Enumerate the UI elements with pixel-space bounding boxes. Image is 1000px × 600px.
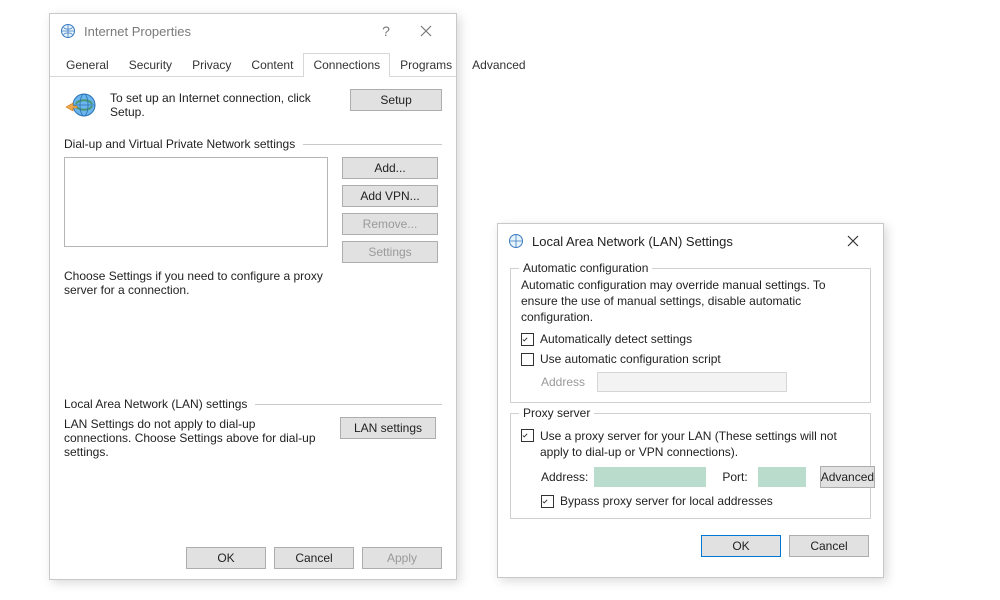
checkbox-icon bbox=[521, 333, 534, 346]
globe-arrow-icon bbox=[64, 89, 98, 123]
auto-script-label: Use automatic configuration script bbox=[540, 352, 721, 366]
help-button[interactable]: ? bbox=[366, 17, 406, 45]
proxy-port-label: Port: bbox=[722, 470, 747, 484]
window-title: Local Area Network (LAN) Settings bbox=[532, 234, 733, 249]
tab-general[interactable]: General bbox=[56, 53, 119, 77]
ok-button[interactable]: OK bbox=[186, 547, 266, 569]
window-title: Internet Properties bbox=[84, 24, 191, 39]
close-button[interactable] bbox=[833, 227, 873, 255]
script-address-label: Address bbox=[541, 375, 591, 389]
tabstrip: General Security Privacy Content Connect… bbox=[50, 52, 456, 77]
proxy-note: Choose Settings if you need to configure… bbox=[64, 269, 326, 297]
lan-group-label: Local Area Network (LAN) settings bbox=[64, 397, 247, 411]
add-button[interactable]: Add... bbox=[342, 157, 438, 179]
auto-config-legend: Automatic configuration bbox=[519, 261, 652, 275]
dialup-group-label: Dial-up and Virtual Private Network sett… bbox=[64, 137, 295, 151]
dialog-footer: OK Cancel bbox=[498, 525, 883, 569]
setup-button[interactable]: Setup bbox=[350, 89, 442, 111]
tab-security[interactable]: Security bbox=[119, 53, 182, 77]
setup-text: To set up an Internet connection, click … bbox=[110, 89, 338, 119]
auto-detect-checkbox[interactable]: Automatically detect settings bbox=[521, 332, 860, 346]
settings-button: Settings bbox=[342, 241, 438, 263]
cancel-button[interactable]: Cancel bbox=[789, 535, 869, 557]
proxy-address-label: Address: bbox=[541, 470, 588, 484]
cancel-button[interactable]: Cancel bbox=[274, 547, 354, 569]
tab-programs[interactable]: Programs bbox=[390, 53, 462, 77]
proxy-group: Proxy server Use a proxy server for your… bbox=[510, 413, 871, 519]
checkbox-icon bbox=[521, 353, 534, 366]
ok-button[interactable]: OK bbox=[701, 535, 781, 557]
connections-pane: To set up an Internet connection, click … bbox=[50, 77, 456, 473]
titlebar[interactable]: Local Area Network (LAN) Settings bbox=[498, 224, 883, 258]
auto-script-checkbox[interactable]: Use automatic configuration script bbox=[521, 352, 860, 366]
script-address-input bbox=[597, 372, 787, 392]
lan-note: LAN Settings do not apply to dial-up con… bbox=[64, 417, 326, 459]
tab-advanced[interactable]: Advanced bbox=[462, 53, 535, 77]
proxy-legend: Proxy server bbox=[519, 406, 594, 420]
divider bbox=[303, 144, 442, 145]
add-vpn-button[interactable]: Add VPN... bbox=[342, 185, 438, 207]
lan-settings-button[interactable]: LAN settings bbox=[340, 417, 436, 439]
internet-options-icon bbox=[508, 233, 524, 249]
bypass-checkbox[interactable]: Bypass proxy server for local addresses bbox=[541, 494, 860, 508]
use-proxy-checkbox[interactable]: Use a proxy server for your LAN (These s… bbox=[521, 428, 860, 460]
tab-content[interactable]: Content bbox=[241, 53, 303, 77]
dialog-footer: OK Cancel Apply bbox=[186, 547, 442, 569]
bypass-label: Bypass proxy server for local addresses bbox=[560, 494, 773, 508]
checkbox-icon bbox=[521, 429, 534, 442]
titlebar[interactable]: Internet Properties ? bbox=[50, 14, 456, 48]
auto-config-text: Automatic configuration may override man… bbox=[521, 277, 860, 326]
tab-privacy[interactable]: Privacy bbox=[182, 53, 241, 77]
use-proxy-label: Use a proxy server for your LAN (These s… bbox=[540, 428, 860, 460]
divider bbox=[255, 404, 442, 405]
remove-button: Remove... bbox=[342, 213, 438, 235]
tab-connections[interactable]: Connections bbox=[303, 53, 390, 77]
internet-properties-dialog: Internet Properties ? General Security P… bbox=[49, 13, 457, 580]
lan-settings-dialog: Local Area Network (LAN) Settings Automa… bbox=[497, 223, 884, 578]
auto-detect-label: Automatically detect settings bbox=[540, 332, 692, 346]
proxy-port-input[interactable] bbox=[758, 467, 806, 487]
close-button[interactable] bbox=[406, 17, 446, 45]
auto-config-group: Automatic configuration Automatic config… bbox=[510, 268, 871, 403]
checkbox-icon bbox=[541, 495, 554, 508]
proxy-address-input[interactable] bbox=[594, 467, 706, 487]
advanced-button[interactable]: Advanced bbox=[820, 466, 875, 488]
internet-options-icon bbox=[60, 23, 76, 39]
apply-button: Apply bbox=[362, 547, 442, 569]
dialup-listbox[interactable] bbox=[64, 157, 328, 247]
